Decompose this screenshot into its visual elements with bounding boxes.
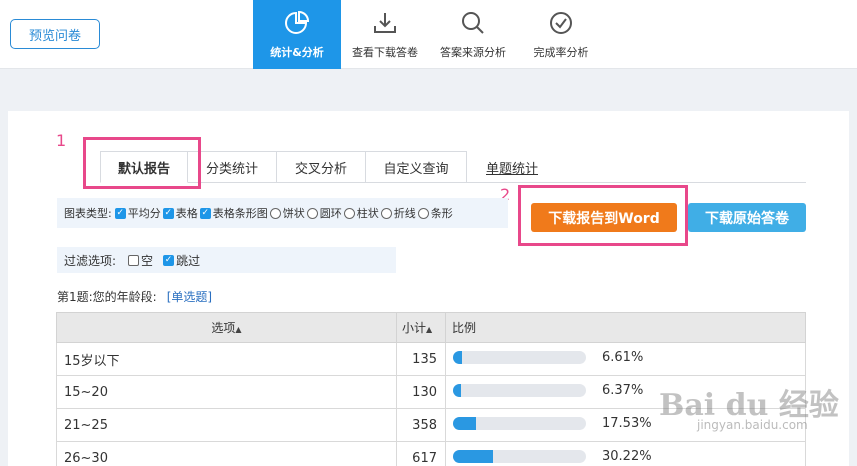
filter-options: 过滤选项: 空 跳过	[57, 247, 396, 273]
preview-survey-button[interactable]: 预览问卷	[10, 19, 100, 49]
tab-view-download-answers[interactable]: 查看下载答卷	[343, 0, 427, 69]
single-question-stats-link[interactable]: 单题统计	[486, 158, 538, 177]
ratio-percent: 17.53%	[602, 416, 652, 431]
cell-count: 617	[396, 441, 446, 466]
pie-chart-icon	[285, 10, 310, 34]
chart-option-label: 平均分	[127, 207, 161, 220]
cell-option: 15岁以下	[56, 342, 397, 376]
tab-completion-rate-analysis[interactable]: 完成率分析	[519, 0, 603, 69]
step-annotation-1: 1	[56, 131, 67, 150]
ratio-bar-fill	[453, 384, 462, 397]
question-title: 第1题:您的年龄段: [单选题]	[57, 288, 212, 305]
checkbox-checked-icon	[163, 254, 175, 266]
ratio-bar: 30.22%	[453, 449, 652, 464]
column-header-count[interactable]: 小计▲	[396, 312, 446, 343]
ratio-bar-track	[453, 417, 586, 430]
chart-option-label: 柱状	[356, 207, 379, 220]
watermark-url: jingyan.baidu.com	[697, 418, 808, 432]
ratio-percent: 6.61%	[602, 350, 644, 365]
subtab-custom-query[interactable]: 自定义查询	[366, 151, 467, 183]
chart-option-donut[interactable]: 圆环	[306, 205, 342, 221]
filter-option-empty[interactable]: 空	[128, 252, 153, 269]
ratio-bar-fill	[453, 351, 462, 364]
radio-icon	[417, 207, 429, 219]
download-icon	[374, 13, 396, 33]
ratio-bar: 17.53%	[453, 416, 652, 431]
chart-option-label: 表格条形图	[212, 207, 268, 220]
header-label: 选项	[211, 321, 236, 335]
tab-source-label: 答案来源分析	[440, 46, 506, 59]
cell-count: 358	[396, 408, 446, 442]
chart-option-average[interactable]: 平均分	[114, 205, 161, 221]
filter-option-label: 空	[141, 253, 154, 268]
ratio-bar-track	[453, 384, 586, 397]
subtab-category-stats[interactable]: 分类统计	[188, 151, 277, 183]
question-type-link[interactable]: [单选题]	[167, 290, 212, 304]
chart-option-pie[interactable]: 饼状	[269, 205, 305, 221]
chart-option-bar[interactable]: 条形	[417, 205, 453, 221]
table-row: 15岁以下 135 6.61%	[56, 342, 806, 376]
question-text: 第1题:您的年龄段:	[57, 290, 157, 304]
checkbox-checked-icon	[162, 207, 174, 219]
table-header-row: 选项▲ 小计▲ 比例	[56, 312, 806, 343]
cell-ratio: 30.22%	[445, 441, 806, 466]
column-header-option[interactable]: 选项▲	[56, 312, 397, 343]
chart-option-label: 条形	[430, 207, 453, 220]
sort-icon: ▲	[235, 325, 242, 334]
header-label: 小计	[402, 321, 427, 335]
cell-option: 21~25	[56, 408, 397, 442]
ratio-bar-fill	[453, 417, 477, 430]
radio-icon	[269, 207, 281, 219]
chart-option-table-bar[interactable]: 表格条形图	[199, 205, 268, 221]
sort-icon: ▲	[426, 325, 433, 334]
chart-type-label: 图表类型:	[64, 207, 112, 220]
cell-count: 130	[396, 375, 446, 409]
radio-icon	[380, 207, 392, 219]
tab-statistics-analysis[interactable]: 统计&分析	[253, 0, 341, 69]
search-icon	[462, 12, 484, 34]
chart-option-column[interactable]: 柱状	[343, 205, 379, 221]
checkbox-unchecked-icon	[128, 254, 140, 266]
ratio-bar-fill	[453, 450, 494, 463]
highlight-box-1	[83, 137, 201, 189]
ratio-bar: 6.61%	[453, 350, 643, 365]
subtab-cross-analysis[interactable]: 交叉分析	[277, 151, 366, 183]
column-header-ratio: 比例	[445, 312, 806, 343]
filter-label: 过滤选项:	[64, 253, 117, 268]
table-row: 26~30 617 30.22%	[56, 441, 806, 466]
chart-option-label: 圆环	[319, 207, 342, 220]
cell-ratio: 6.61%	[445, 342, 806, 376]
ratio-bar: 6.37%	[453, 383, 643, 398]
cell-option: 26~30	[56, 441, 397, 466]
ratio-percent: 30.22%	[602, 449, 652, 464]
top-navigation-bar: 预览问卷 统计&分析 查看下载答卷 答案来源分析 完成率分析	[0, 0, 857, 69]
tab-completion-label: 完成率分析	[533, 46, 589, 59]
tab-download-label: 查看下载答卷	[352, 46, 418, 59]
chart-option-label: 折线	[393, 207, 416, 220]
check-circle-icon	[550, 12, 572, 34]
tab-statistics-label: 统计&分析	[270, 46, 324, 59]
chart-option-label: 表格	[175, 207, 198, 220]
chart-type-options: 图表类型: 平均分 表格 表格条形图 饼状 圆环 柱状 折线 条形	[57, 198, 508, 228]
filter-option-skip[interactable]: 跳过	[163, 252, 200, 269]
filter-option-label: 跳过	[176, 253, 201, 268]
ratio-percent: 6.37%	[602, 383, 644, 398]
chart-option-label: 饼状	[282, 207, 305, 220]
checkbox-checked-icon	[114, 207, 126, 219]
highlight-box-2	[518, 185, 688, 246]
cell-option: 15~20	[56, 375, 397, 409]
tab-answer-source-analysis[interactable]: 答案来源分析	[431, 0, 515, 69]
checkbox-checked-icon	[199, 207, 211, 219]
radio-icon	[306, 207, 318, 219]
radio-icon	[343, 207, 355, 219]
cell-count: 135	[396, 342, 446, 376]
ratio-bar-track	[453, 450, 586, 463]
download-raw-answers-button[interactable]: 下载原始答卷	[688, 203, 806, 232]
chart-option-table[interactable]: 表格	[162, 205, 198, 221]
chart-option-line[interactable]: 折线	[380, 205, 416, 221]
ratio-bar-track	[453, 351, 586, 364]
